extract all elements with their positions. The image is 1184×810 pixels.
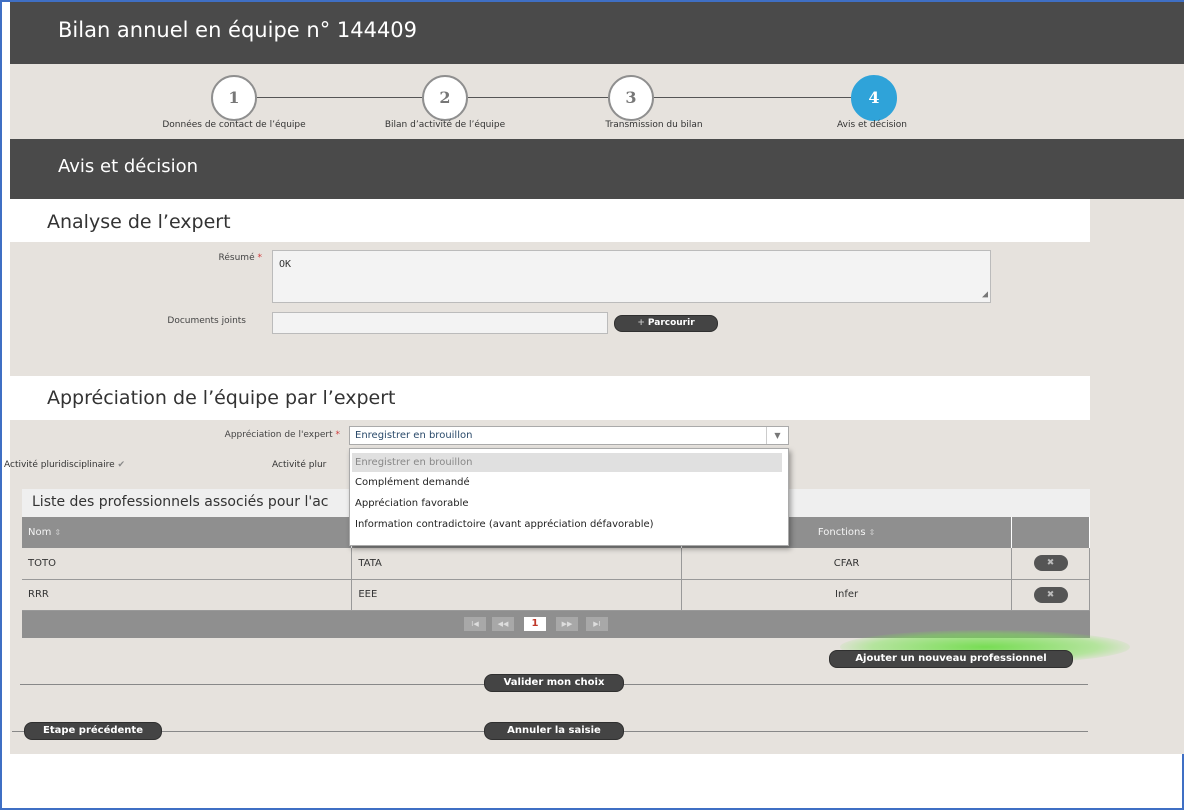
required-mark: * bbox=[257, 253, 263, 263]
add-professional-button[interactable]: Ajouter un nouveau professionnel bbox=[829, 650, 1073, 668]
step-3-circle[interactable]: 3 bbox=[608, 75, 654, 121]
required-mark: * bbox=[335, 430, 341, 440]
delete-icon[interactable]: ✖ bbox=[1033, 586, 1068, 603]
window-frame: Bilan annuel en équipe n° 144409 1 2 3 4… bbox=[0, 0, 1184, 810]
chevron-down-icon[interactable]: ▼ bbox=[766, 427, 788, 444]
list-title: Liste des professionnels associés pour l… bbox=[32, 494, 329, 510]
page-number[interactable]: 1 bbox=[524, 617, 546, 631]
appreciation-select[interactable]: Enregistrer en brouillon ▼ bbox=[349, 426, 789, 445]
cancel-button[interactable]: Annuler la saisie bbox=[484, 722, 624, 740]
step-1-label: Données de contact de l’équipe bbox=[162, 120, 306, 130]
dropdown-option[interactable]: Enregistrer en brouillon bbox=[352, 453, 782, 472]
cell-actions: ✖ bbox=[1011, 579, 1090, 611]
dropdown-option[interactable]: Information contradictoire (avant appréc… bbox=[350, 514, 788, 535]
step-connector bbox=[257, 97, 422, 98]
sort-icon: ⇕ bbox=[54, 528, 62, 537]
resume-value: OK bbox=[279, 259, 292, 270]
step-connector bbox=[654, 97, 851, 98]
appreciation-select-value: Enregistrer en brouillon bbox=[355, 430, 473, 441]
step-1-circle[interactable]: 1 bbox=[211, 75, 257, 121]
next-page-icon[interactable]: ▶▶ bbox=[556, 617, 578, 631]
documents-label: Documents joints bbox=[167, 316, 246, 326]
step-connector bbox=[468, 97, 608, 98]
first-page-icon[interactable]: I◀ bbox=[464, 617, 486, 631]
checkbox-activite-pluridisciplinaire[interactable]: Activité pluridisciplinaire ✔ bbox=[4, 460, 125, 470]
cell-nom: TOTO bbox=[22, 548, 353, 580]
documents-field[interactable] bbox=[272, 312, 608, 334]
section-title: Avis et décision bbox=[58, 156, 199, 177]
appreciation-select-label: Appréciation de l'expert * bbox=[224, 430, 341, 440]
cell-fonction: CFAR bbox=[681, 548, 1012, 580]
step-4-label: Avis et décision bbox=[836, 120, 908, 130]
appreciation-title: Appréciation de l’équipe par l’expert bbox=[47, 387, 396, 409]
resume-textarea[interactable]: OK ◢ bbox=[272, 250, 991, 303]
previous-page-icon[interactable]: ◀◀ bbox=[492, 617, 514, 631]
cell-prenom: EEE bbox=[351, 579, 683, 611]
resume-label: Résumé * bbox=[218, 253, 263, 263]
last-page-icon[interactable]: ▶I bbox=[586, 617, 608, 631]
previous-step-button[interactable]: Etape précédente bbox=[24, 722, 162, 740]
plus-icon: + bbox=[637, 318, 645, 328]
table-row[interactable]: RRR EEE Infer ✖ bbox=[22, 579, 1090, 611]
appreciation-dropdown-list: Enregistrer en brouillon Complément dema… bbox=[349, 448, 789, 546]
column-header-nom[interactable]: Nom ⇕ bbox=[22, 517, 353, 548]
checkbox-label: Activité pluridisciplinaire bbox=[4, 460, 115, 470]
resize-grip-icon[interactable]: ◢ bbox=[982, 290, 988, 300]
column-header-actions bbox=[1011, 517, 1090, 548]
checkmark-icon[interactable]: ✔ bbox=[118, 460, 126, 470]
dropdown-option[interactable]: Complément demandé bbox=[350, 472, 788, 493]
validate-button[interactable]: Valider mon choix bbox=[484, 674, 624, 692]
step-2-label: Bilan d’activité de l’équipe bbox=[384, 120, 506, 130]
step-3-label: Transmission du bilan bbox=[605, 120, 703, 130]
analyse-title: Analyse de l’expert bbox=[47, 211, 231, 233]
dropdown-option[interactable]: Appréciation favorable bbox=[350, 493, 788, 514]
cell-prenom: TATA bbox=[351, 548, 683, 580]
table-row[interactable]: TOTO TATA CFAR ✖ bbox=[22, 548, 1090, 580]
delete-icon[interactable]: ✖ bbox=[1033, 555, 1068, 572]
cell-fonction: Infer bbox=[681, 579, 1012, 611]
browse-button[interactable]: + Parcourir bbox=[614, 315, 718, 332]
checkbox-activite-plur-label: Activité plur bbox=[272, 460, 327, 470]
step-2-circle[interactable]: 2 bbox=[422, 75, 468, 121]
sort-icon: ⇕ bbox=[868, 528, 876, 537]
cell-nom: RRR bbox=[22, 579, 353, 611]
cell-actions: ✖ bbox=[1011, 548, 1090, 580]
step-4-circle[interactable]: 4 bbox=[851, 75, 897, 121]
page-title: Bilan annuel en équipe n° 144409 bbox=[58, 18, 418, 42]
